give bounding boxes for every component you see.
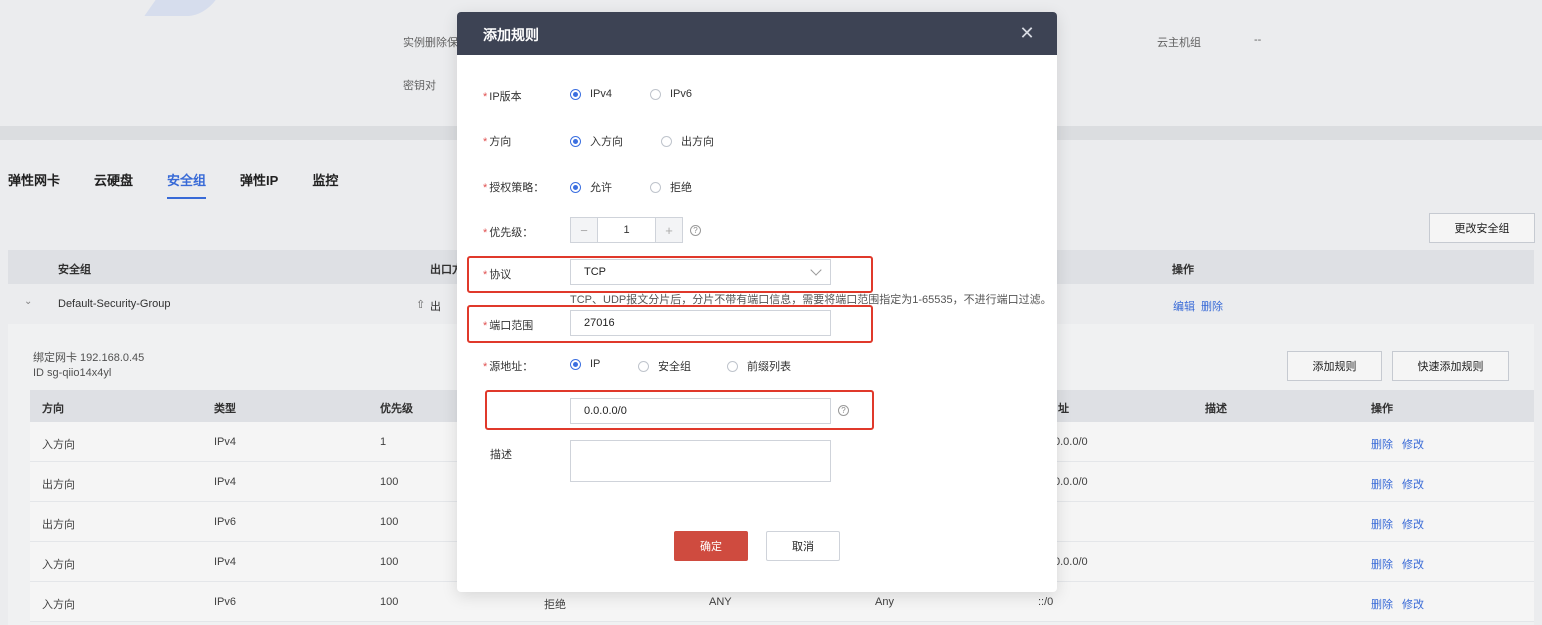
help-icon[interactable]: ?	[690, 225, 701, 236]
dialog-header: 添加规则 ✕	[457, 12, 1057, 55]
confirm-button[interactable]: 确定	[674, 531, 748, 561]
decrement-button[interactable]: −	[571, 218, 597, 242]
ip-version-ipv6-radio[interactable]: IPv6	[650, 88, 692, 100]
ip-version-label: * IP版本	[483, 91, 522, 103]
cancel-button[interactable]: 取消	[766, 531, 840, 561]
radio-checked-icon	[570, 358, 581, 370]
protocol-select[interactable]: TCP	[570, 259, 831, 285]
chevron-down-icon	[810, 264, 822, 276]
add-rule-dialog: 添加规则 ✕ * IP版本 IPv4 IPv6 * 方向 入方向 出方向 * 授权策略…	[457, 12, 1057, 592]
policy-deny-radio[interactable]: 拒绝	[650, 179, 692, 195]
source-ip-radio[interactable]: IP	[570, 358, 600, 370]
port-range-input[interactable]: 27016	[570, 310, 831, 336]
protocol-selected-value: TCP	[584, 266, 606, 278]
protocol-hint: TCP、UDP报文分片后，分片不带有端口信息，需要将端口范围指定为1-65535…	[570, 294, 1052, 306]
direction-label: * 方向	[483, 136, 512, 148]
source-prefix-list-radio[interactable]: 前缀列表	[727, 358, 791, 374]
protocol-label: * 协议	[483, 269, 512, 281]
direction-ingress-radio[interactable]: 入方向	[570, 133, 623, 149]
radio-checked-icon	[570, 135, 581, 147]
priority-input[interactable]: 1	[597, 218, 656, 242]
priority-stepper: − 1 +	[570, 217, 683, 243]
dialog-title: 添加规则	[483, 27, 539, 43]
policy-label: * 授权策略：	[483, 182, 545, 194]
radio-unchecked-icon	[650, 88, 661, 100]
policy-allow-radio[interactable]: 允许	[570, 179, 612, 195]
radio-unchecked-icon	[661, 135, 672, 147]
description-label: 描述	[490, 449, 512, 461]
radio-unchecked-icon	[727, 360, 738, 372]
radio-unchecked-icon	[638, 360, 649, 372]
close-icon[interactable]: ✕	[1015, 21, 1039, 45]
increment-button[interactable]: +	[656, 218, 682, 242]
radio-checked-icon	[570, 88, 581, 100]
description-textarea[interactable]	[570, 440, 831, 482]
radio-unchecked-icon	[650, 181, 661, 193]
help-icon[interactable]: ?	[838, 405, 849, 416]
radio-checked-icon	[570, 181, 581, 193]
port-range-label: * 端口范围	[483, 320, 534, 332]
direction-egress-radio[interactable]: 出方向	[661, 133, 714, 149]
priority-label: * 优先级：	[483, 227, 534, 239]
source-label: * 源地址：	[483, 361, 534, 373]
source-security-group-radio[interactable]: 安全组	[638, 358, 691, 374]
ip-version-ipv4-radio[interactable]: IPv4	[570, 88, 612, 100]
source-ip-input[interactable]: 0.0.0.0/0	[570, 398, 831, 424]
